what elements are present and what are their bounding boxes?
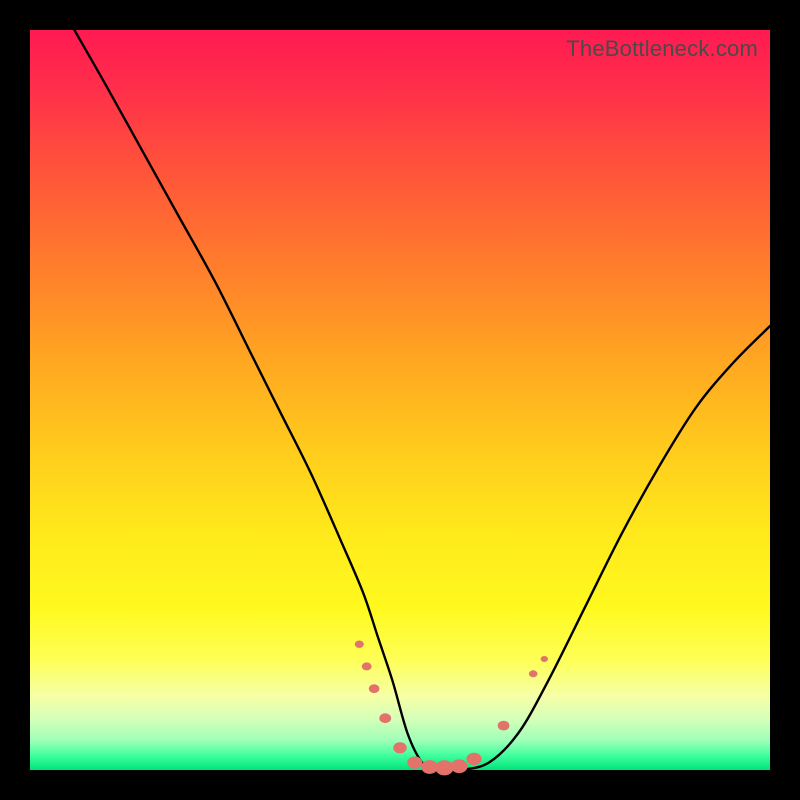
marker-point [369, 684, 380, 693]
chart-svg [30, 30, 770, 770]
marker-point [435, 760, 453, 775]
outer-frame: TheBottleneck.com [0, 0, 800, 800]
marker-point [466, 753, 481, 765]
marker-group [355, 641, 548, 776]
marker-point [529, 670, 538, 677]
plot-area: TheBottleneck.com [30, 30, 770, 770]
marker-point [407, 756, 422, 768]
valley-curve [74, 30, 770, 771]
marker-point [355, 641, 364, 648]
marker-point [393, 742, 406, 753]
marker-point [379, 713, 391, 723]
marker-point [498, 721, 510, 731]
marker-point [451, 759, 468, 773]
marker-point [362, 662, 372, 670]
marker-point [541, 656, 548, 662]
